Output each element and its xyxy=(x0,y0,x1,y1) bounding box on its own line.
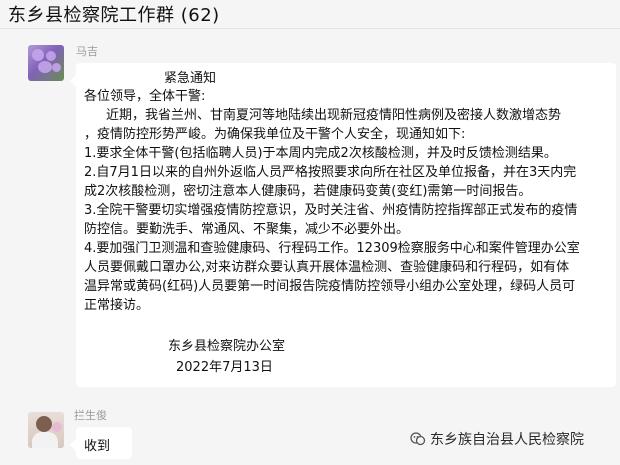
chat-title: 东乡县检察院工作群 (62) xyxy=(8,5,220,26)
message-text: 收到 xyxy=(84,439,111,454)
message-line: 3.全院干警要切实增强疫情防控意识，及时关注省、州疫情防控指挥部正式发布的疫情 xyxy=(84,203,578,218)
watermark-text: 东乡族自治县人民检察院 xyxy=(430,432,584,448)
watermark: 东乡族自治县人民检察院 xyxy=(410,429,584,449)
message-line: 温异常或黄码(红码)人员要第一时间报告院疫情防控领导小组办公室处理，绿码人员可 xyxy=(84,279,576,294)
avatar[interactable] xyxy=(28,412,64,448)
message-bubble[interactable]: 收到 xyxy=(70,427,132,459)
wechat-official-account-icon xyxy=(410,432,426,446)
message-line: 4.要加强门卫测温和查验健康码、行程码工作。12309检察服务中心和案件管理办公… xyxy=(84,241,580,256)
message-line: 1.要求全体干警(包括临聘人员)于本周内完成2次核酸检测，并及时反馈检测结果。 xyxy=(84,146,557,161)
message-line: 人员要佩戴口罩办公,对来访群众要认真开展体温检测、查验健康码和行程码，如有体 xyxy=(84,260,570,275)
message-line: 正常接访。 xyxy=(84,298,150,313)
signature-office: 东乡县检察院办公室 xyxy=(168,339,286,354)
sender-name: 拦生俊 xyxy=(74,409,107,422)
message-line: 近期，我省兰州、甘南夏河等地陆续出现新冠疫情阳性病例及密接人数激增态势 xyxy=(106,108,562,123)
message-line: 各位领导，全体干警: xyxy=(84,89,206,104)
sender-name: 马吉 xyxy=(76,45,98,58)
message-line: 成2次核酸检测，密切注意本人健康码，若健康码变黄(变红)需第一时间报告。 xyxy=(84,184,532,199)
notice-title: 紧急通知 xyxy=(164,71,217,86)
chat-titlebar: 东乡县检察院工作群 (62) xyxy=(0,0,620,29)
message-list[interactable]: 马吉 紧急通知 各位领导，全体干警: 近期，我省兰州、甘南夏河等地陆续出现新冠疫… xyxy=(0,29,620,465)
message-line: 2.自7月1日以来的自州外返临人员严格按照要求向所在社区及单位报备，并在3天内完 xyxy=(84,165,577,180)
message-line: 防控信。要勤洗手、常通风、不聚集，减少不必要外出。 xyxy=(84,222,410,237)
avatar[interactable] xyxy=(28,45,64,81)
signature-date: 2022年7月13日 xyxy=(176,360,273,375)
message-bubble[interactable]: 紧急通知 各位领导，全体干警: 近期，我省兰州、甘南夏河等地陆续出现新冠疫情阳性… xyxy=(70,63,616,387)
message-line: ，疫情防控形势严峻。为确保我单位及干警个人安全，现通知如下: xyxy=(84,127,466,142)
